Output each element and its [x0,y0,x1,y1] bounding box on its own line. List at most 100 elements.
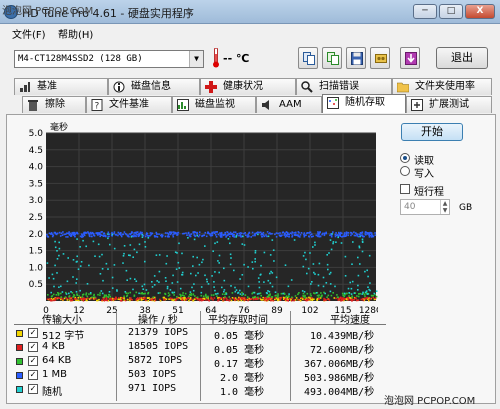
data-point [302,255,305,257]
short-stroke-spinner[interactable]: 40 ▲ ▼ [400,199,450,215]
tab-extra-tests[interactable]: 扩展测试 [406,96,492,113]
spinner-arrows-icon[interactable]: ▲ ▼ [440,200,449,214]
data-point [216,231,218,233]
short-stroke-checkbox[interactable]: 短行程 [400,183,480,198]
data-point [362,299,365,302]
tab-aam[interactable]: AAM [256,96,322,113]
data-point [73,294,75,296]
data-point [306,232,309,234]
data-point [265,234,267,236]
data-point [317,233,320,236]
data-point [196,256,198,259]
data-point [230,285,232,287]
data-point [79,289,81,292]
options-button[interactable] [370,47,390,69]
tab-file-benchmark[interactable]: ? 文件基准 [86,96,172,113]
data-point [300,232,303,234]
series-checkbox[interactable]: ✓ [28,384,38,394]
short-stroke-box [400,184,410,194]
data-point [330,248,333,251]
data-point [171,291,174,294]
data-point [107,231,110,234]
series-checkbox[interactable]: ✓ [28,328,38,338]
data-point [240,297,243,299]
data-point [307,267,310,270]
tab-folder-usage[interactable]: 文件夹使用率 [392,78,492,95]
copy-button[interactable] [298,47,318,69]
data-point [298,299,300,301]
data-point [305,258,307,261]
data-point [101,292,104,295]
data-point [220,231,223,234]
close-button[interactable]: X [465,4,495,19]
data-point [167,236,169,238]
maximize-button[interactable]: □ [439,4,463,19]
data-point [102,279,104,282]
data-point [366,269,368,272]
data-point [78,299,80,302]
data-point [306,292,309,295]
tab-disk-info[interactable]: 磁盘信息 [108,78,200,95]
data-point [354,234,357,237]
exit-button[interactable]: 退出 [436,47,488,69]
data-point [277,293,279,295]
menu-file[interactable]: 文件(F) [12,26,46,41]
data-point [82,239,84,242]
data-point [147,297,149,299]
data-point [364,233,367,235]
row-time: 0.17 毫秒 [214,359,265,370]
data-point [187,237,189,239]
minimize-button[interactable]: ─ [413,4,437,19]
tab-health[interactable]: 健康状况 [200,78,296,95]
tab-random-access[interactable]: 随机存取 [322,94,406,113]
data-point [56,232,59,235]
data-point [54,231,56,234]
tab-error-scan[interactable]: 扫描错误 [296,78,392,95]
data-point [343,292,346,295]
save-button[interactable] [346,47,366,69]
data-point [233,297,235,300]
data-point [120,235,123,238]
data-point [247,266,249,268]
data-point [188,234,191,237]
data-point [227,238,230,240]
data-point [159,298,161,301]
data-point [169,231,171,233]
data-point [188,299,190,302]
download-button[interactable] [400,47,420,69]
data-point [230,299,233,302]
data-point [254,234,256,237]
data-point [190,272,192,275]
data-point [215,236,218,238]
data-point [181,252,183,255]
data-point [54,240,56,243]
menu-help[interactable]: 帮助(H) [58,26,93,41]
series-checkbox[interactable]: ✓ [28,356,38,366]
drive-select[interactable]: M4-CT128M4SSD2 (128 GB) ▼ [14,50,204,68]
data-point [254,258,256,260]
data-point [350,293,353,295]
data-point [196,234,198,237]
tab-disk-monitor[interactable]: 磁盘监视 [172,96,256,113]
data-point [81,233,83,235]
read-radio[interactable]: 读取 [400,152,480,167]
series-checkbox[interactable]: ✓ [28,342,38,352]
write-radio[interactable]: 写入 [400,165,480,180]
start-button[interactable]: 开始 [401,123,463,141]
data-point [99,294,101,296]
data-point [260,294,262,297]
series-checkbox[interactable]: ✓ [28,370,38,380]
series-swatch [16,372,23,379]
data-point [204,245,206,247]
data-point [230,233,233,236]
tab-benchmark[interactable]: 基准 [14,78,108,95]
copy-info-button[interactable] [322,47,342,69]
data-point [205,235,208,238]
data-point [371,295,373,297]
data-point [111,233,114,236]
data-point [205,293,207,296]
data-point [106,299,109,302]
data-point [100,231,102,233]
data-point [214,231,217,233]
tab-erase[interactable]: 擦除 [22,96,86,113]
